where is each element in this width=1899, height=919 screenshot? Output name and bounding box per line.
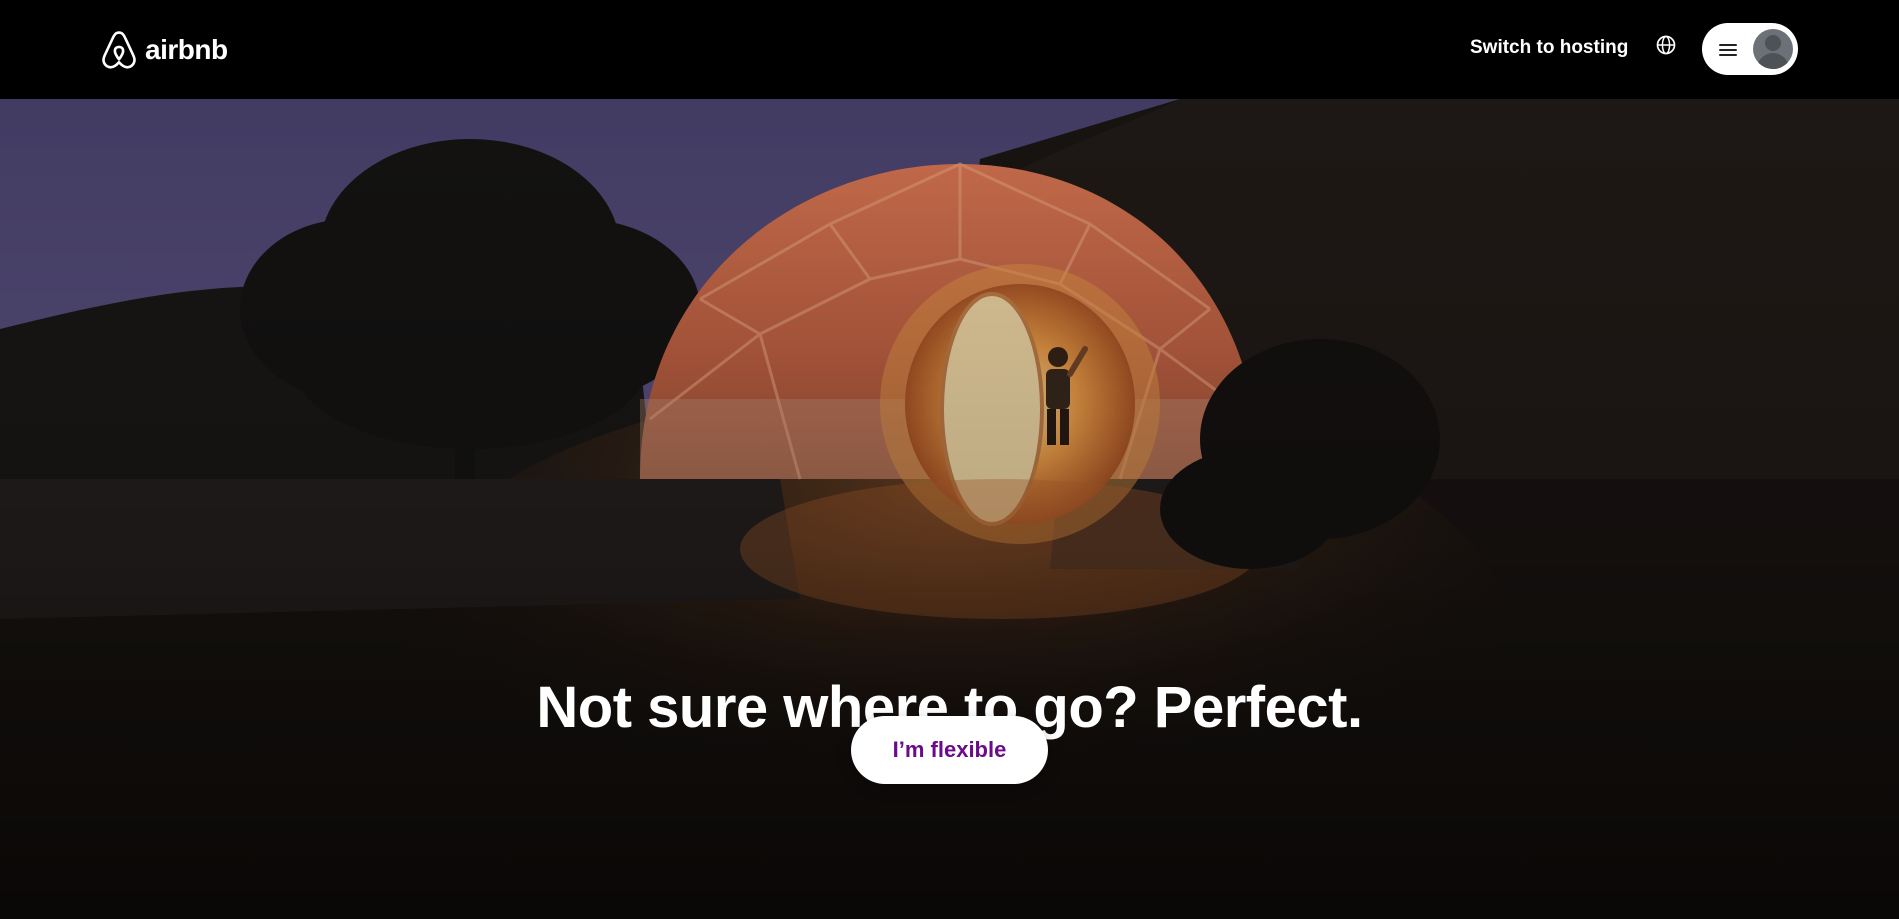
airbnb-belo-icon	[102, 31, 136, 69]
switch-to-hosting-link[interactable]: Switch to hosting	[1470, 34, 1628, 62]
hero-section: Not sure where to go? Perfect. I’m flexi…	[0, 99, 1899, 919]
globe-icon[interactable]	[1654, 33, 1678, 57]
user-avatar-icon	[1753, 29, 1793, 69]
logo-wordmark: airbnb	[145, 34, 228, 65]
im-flexible-button[interactable]: I’m flexible	[851, 716, 1048, 784]
page: airbnb Switch to hosting Not sure where …	[0, 0, 1899, 919]
hamburger-menu-icon	[1719, 41, 1737, 57]
user-menu-button[interactable]	[1702, 23, 1798, 75]
airbnb-logo[interactable]: airbnb	[99, 28, 228, 72]
hero-background-image	[0, 99, 1899, 919]
top-navigation-bar: airbnb Switch to hosting	[0, 0, 1899, 99]
